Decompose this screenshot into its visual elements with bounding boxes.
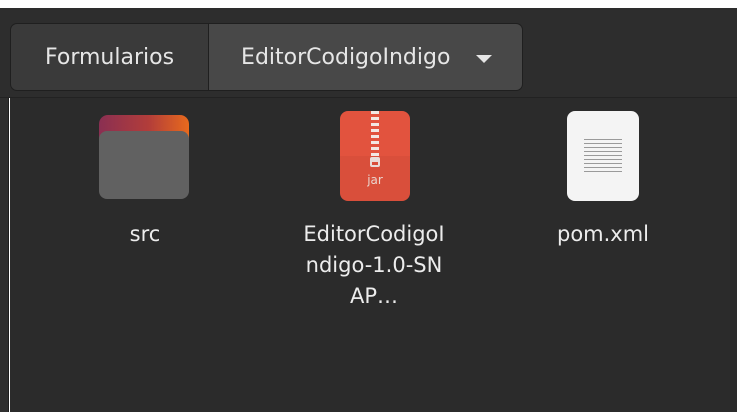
jar-badge: jar [367, 173, 383, 187]
folder-icon [97, 111, 193, 203]
chevron-down-icon[interactable] [476, 54, 493, 63]
text-document-icon [555, 111, 651, 203]
breadcrumb-formularios[interactable]: Formularios [10, 23, 210, 91]
file-item-pom-xml[interactable]: pom.xml [523, 111, 683, 250]
jar-archive-icon: jar [326, 111, 422, 203]
path-bar: Formularios EditorCodigoIndigo [10, 23, 524, 91]
file-name: src [129, 222, 161, 246]
header-bar: Formularios EditorCodigoIndigo [0, 8, 737, 98]
file-name: EditorCodigoIndigo-1.0-SNAP… [303, 222, 445, 308]
file-item-jar[interactable]: jar EditorCodigoIndigo-1.0-SNAP… [294, 111, 454, 312]
top-border [0, 0, 737, 8]
file-item-src[interactable]: src [65, 111, 225, 250]
file-name: pom.xml [556, 222, 650, 246]
breadcrumb-label: Formularios [45, 44, 175, 70]
sidebar-edge [0, 98, 9, 412]
file-manager-window: Formularios EditorCodigoIndigo src jar E… [0, 0, 737, 412]
breadcrumb-editorcodigoindigo[interactable]: EditorCodigoIndigo [209, 23, 524, 91]
breadcrumb-label: EditorCodigoIndigo [241, 44, 451, 70]
